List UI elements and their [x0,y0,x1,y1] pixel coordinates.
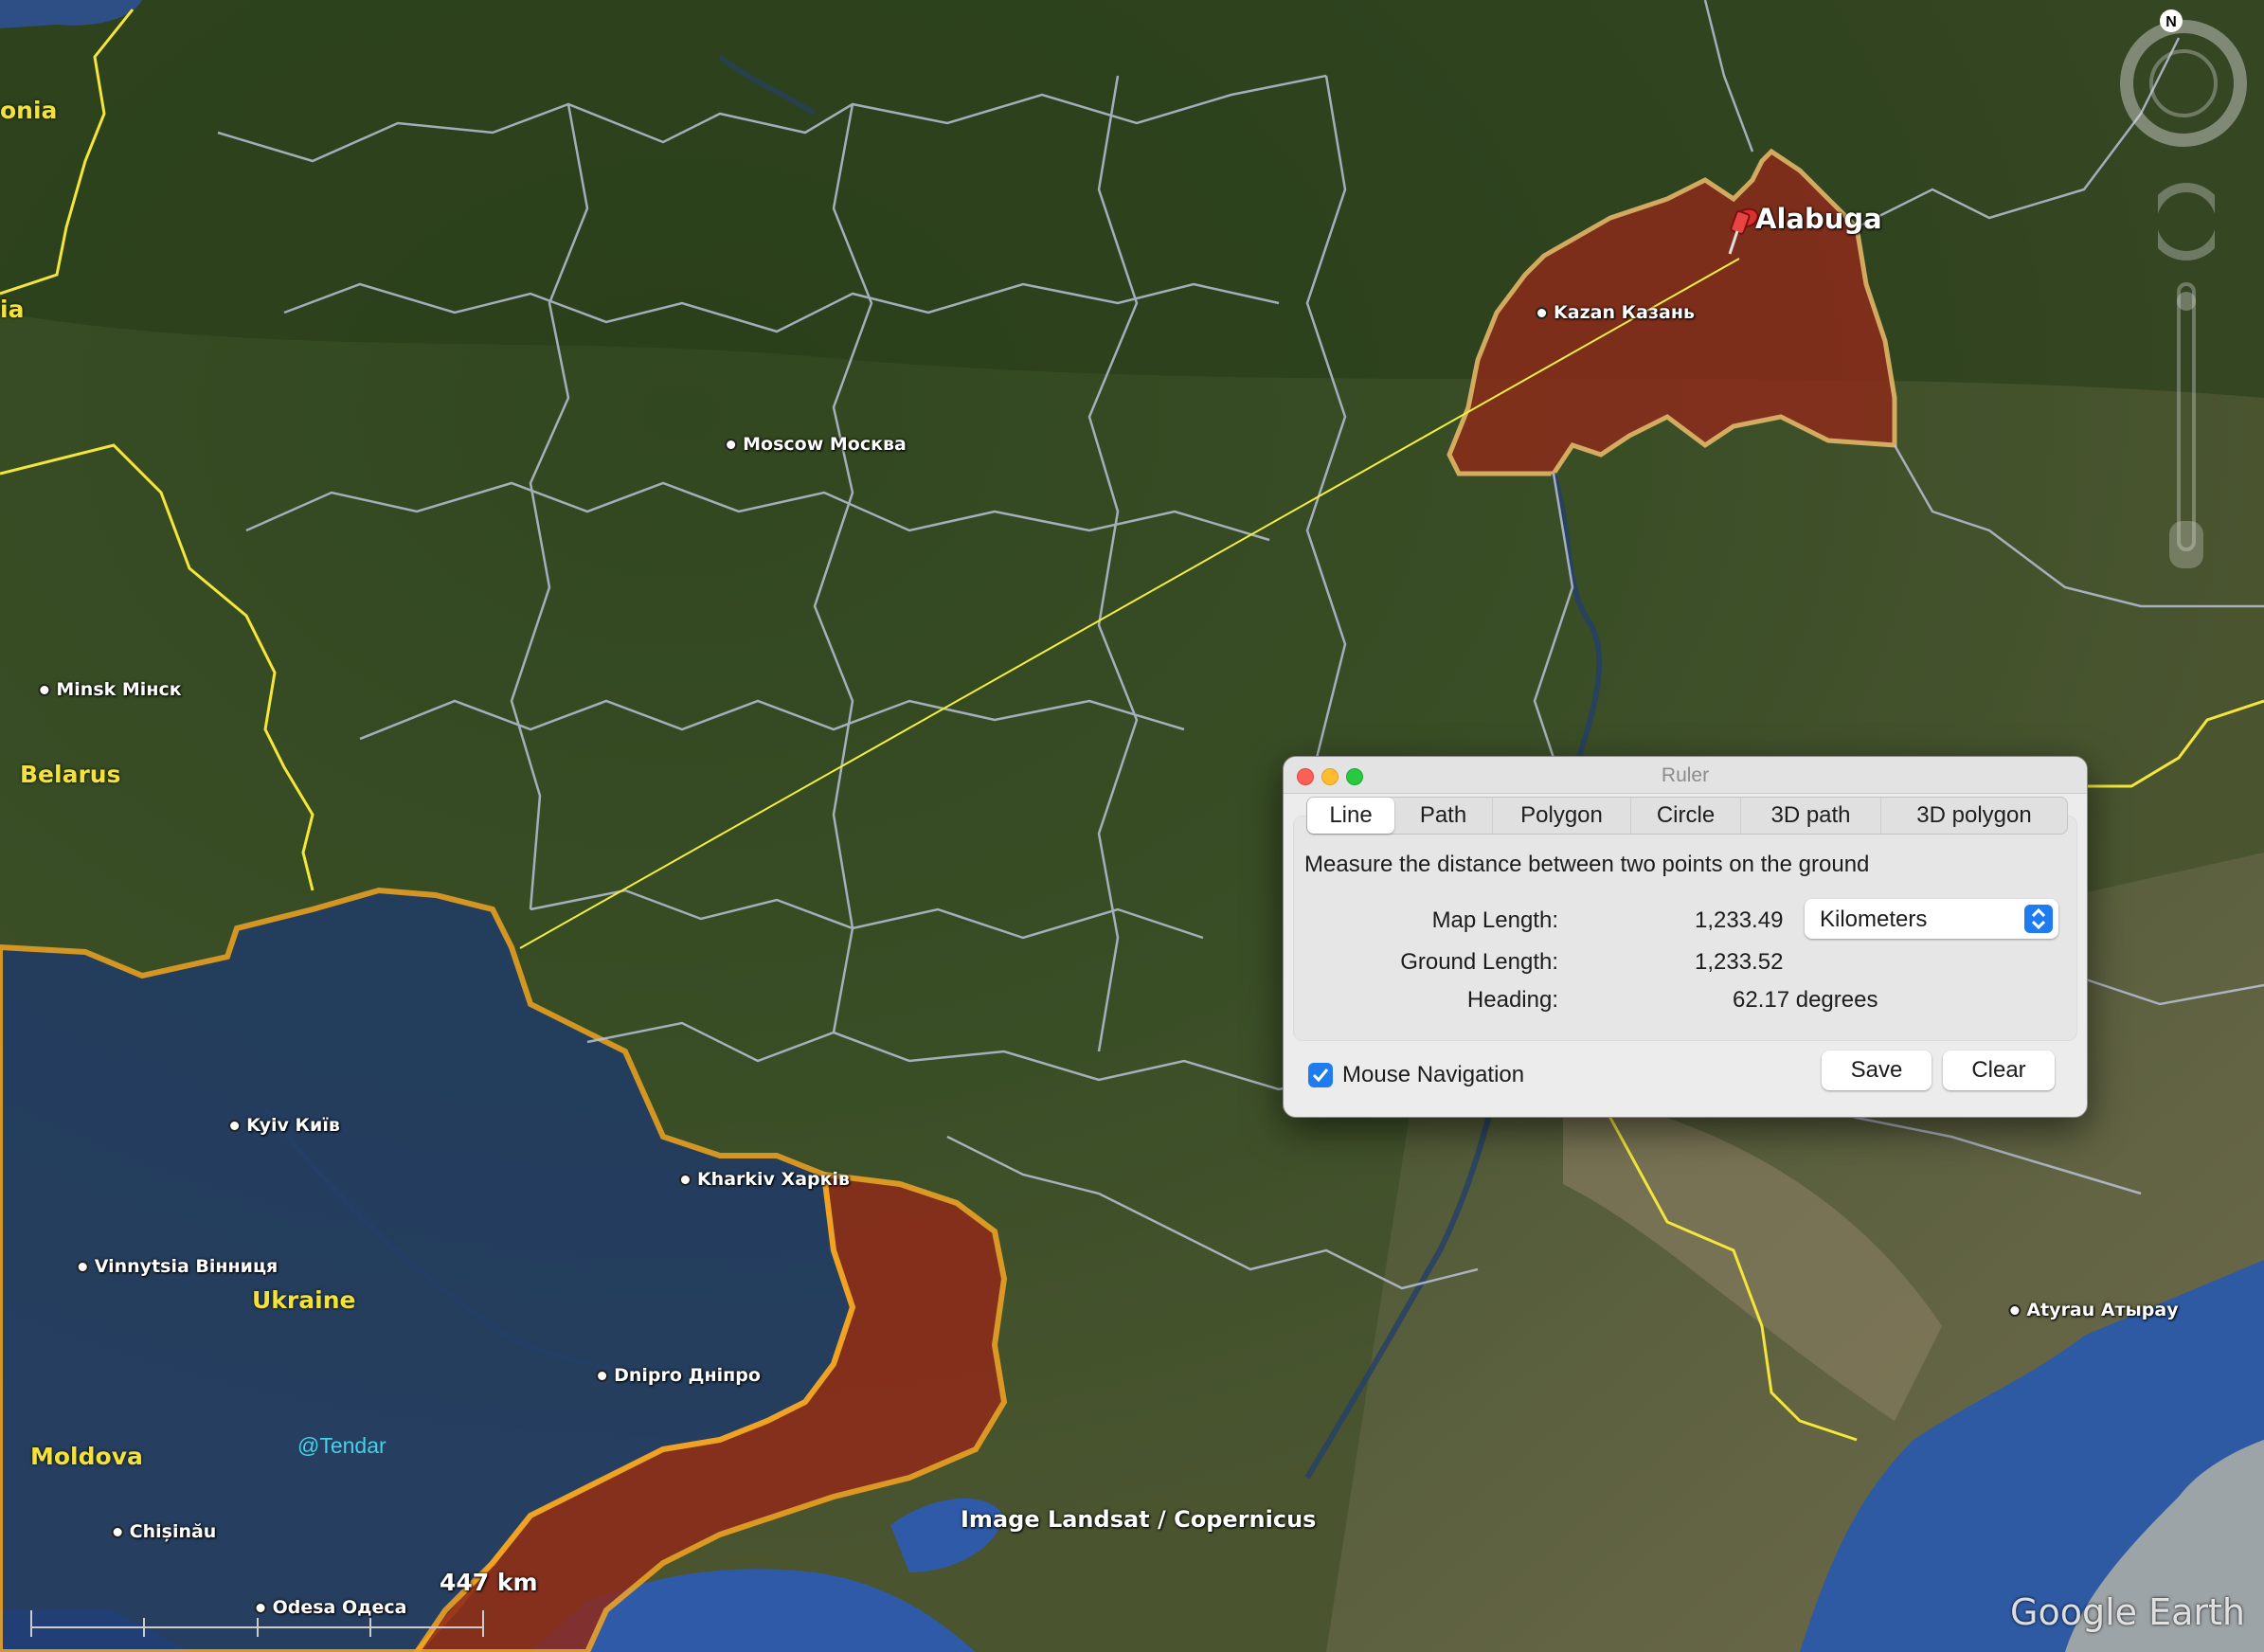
ruler-titlebar[interactable]: Ruler [1284,757,2087,794]
scale-label: 447 km [440,1569,538,1596]
country-label-estonia: onia [0,97,58,124]
ruler-title: Ruler [1661,764,1710,786]
city-dot-icon [228,1119,242,1132]
city-dot-icon [725,438,738,451]
compass-icon[interactable]: N [2112,8,2255,150]
country-label-belarus: Belarus [20,761,121,788]
city-dot-icon [38,683,51,696]
imagery-credit: Image Landsat / Copernicus [961,1506,1317,1533]
city-dnipro[interactable]: Dnipro Дніпро [596,1365,761,1386]
ruler-description: Measure the distance between two points … [1304,852,1870,877]
compass-north-label: N [2165,14,2177,30]
clear-button[interactable]: Clear [1943,1050,2055,1090]
placemark-label[interactable]: Alabuga [1755,203,1882,235]
city-odesa[interactable]: Odesa Одеса [254,1597,406,1618]
ground-length-label: Ground Length: [1400,949,1558,975]
city-atyrau[interactable]: Atyrau Атырау [2008,1300,2179,1320]
heading-label: Heading: [1466,987,1558,1013]
save-button[interactable]: Save [1822,1050,1932,1090]
tab-3d-path[interactable]: 3D path [1741,798,1881,834]
tab-circle[interactable]: Circle [1631,798,1741,834]
unit-select[interactable]: Kilometers [1805,899,2058,939]
city-dot-icon [76,1260,89,1273]
city-chisinau[interactable]: Chișinău [111,1521,216,1542]
country-label-latvia: ia [0,296,25,323]
map-length-label: Map Length: [1431,907,1558,933]
city-kyiv[interactable]: Kyiv Київ [228,1115,340,1136]
unit-select-value: Kilometers [1820,907,1928,932]
ruler-tab-bar: Line Path Polygon Circle 3D path 3D poly… [1306,797,2068,835]
city-dot-icon [111,1525,124,1538]
city-dot-icon [678,1173,692,1186]
map-length-value: 1,233.49 [1695,907,1784,933]
tab-path[interactable]: Path [1394,798,1493,834]
tab-line[interactable]: Line [1307,798,1394,834]
heading-value: 62.17 degrees [1733,987,1878,1013]
city-kazan[interactable]: Kazan Казань [1536,302,1695,323]
country-label-moldova: Moldova [30,1443,143,1470]
city-moscow[interactable]: Moscow Москва [725,434,907,455]
zoom-slider-icon[interactable] [2158,180,2215,587]
watermark-text: @Tendar [297,1433,386,1458]
country-label-ukraine: Ukraine [252,1286,356,1314]
google-earth-logo: Google Earth [2010,1591,2245,1633]
city-dot-icon [1536,306,1549,319]
city-dot-icon [254,1601,267,1614]
tab-3d-polygon[interactable]: 3D polygon [1881,798,2067,834]
mouse-navigation-label: Mouse Navigation [1342,1062,1525,1087]
tab-polygon[interactable]: Polygon [1493,798,1631,834]
city-dot-icon [2008,1303,2021,1317]
city-minsk[interactable]: Minsk Мінск [38,679,182,700]
chevron-up-down-icon [2024,905,2053,933]
city-dot-icon [596,1369,609,1382]
checkbox-checked-icon[interactable] [1308,1063,1333,1087]
ground-length-value: 1,233.52 [1695,949,1784,975]
city-vinnytsia[interactable]: Vinnytsia Вінниця [76,1256,278,1277]
mouse-navigation-toggle[interactable]: Mouse Navigation [1308,1062,1524,1088]
ruler-dialog: Ruler Line Path Polygon Circle 3D path 3… [1283,756,2088,1118]
city-kharkiv[interactable]: Kharkiv Харків [678,1169,850,1190]
